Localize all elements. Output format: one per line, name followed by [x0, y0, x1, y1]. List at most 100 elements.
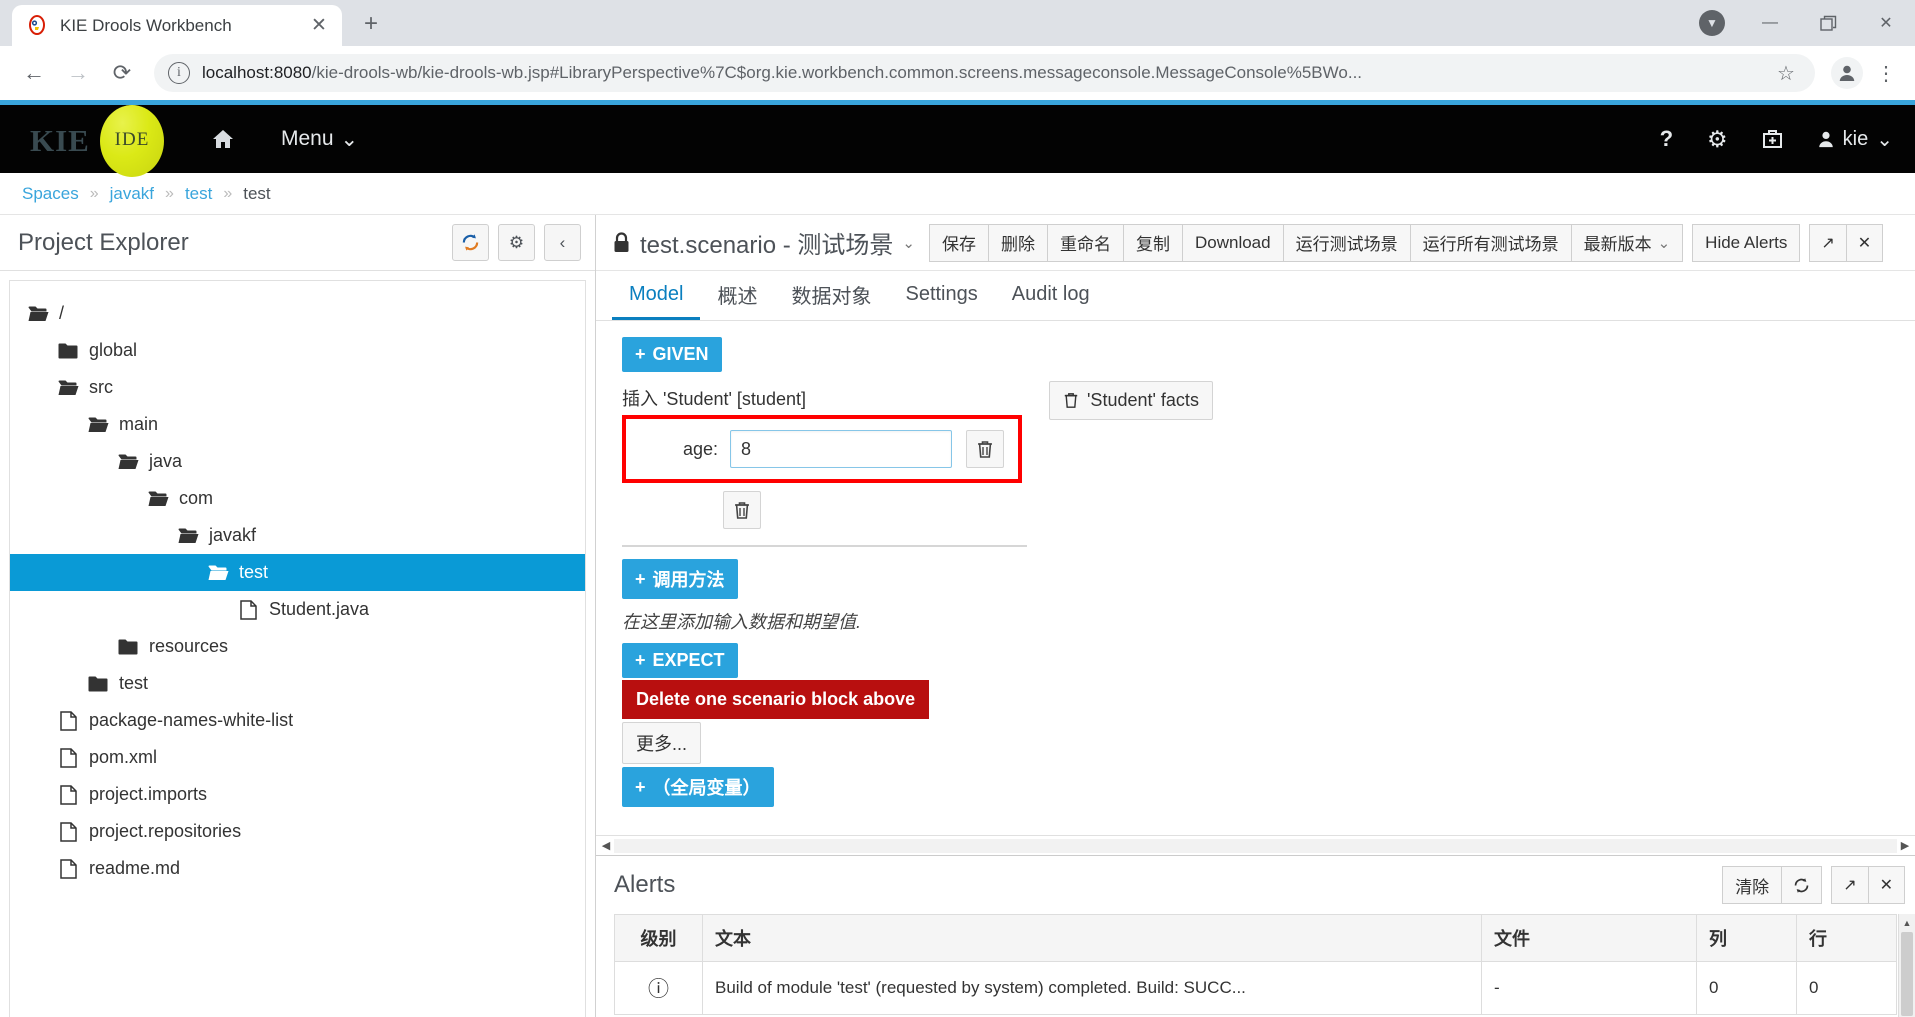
home-icon[interactable]	[211, 127, 235, 151]
file-icon	[58, 784, 79, 805]
tree-node-javakf[interactable]: javakf	[10, 517, 585, 554]
version-dropdown[interactable]: 最新版本 ⌄	[1570, 223, 1684, 262]
tree-node-[interactable]: /	[10, 295, 585, 332]
breadcrumb-item-spaces[interactable]: Spaces	[22, 184, 79, 204]
close-alerts-button[interactable]: ✕	[1867, 866, 1905, 904]
call-method-label: 调用方法	[652, 570, 725, 590]
col-file[interactable]: 文件	[1481, 914, 1697, 962]
version-label: 最新版本	[1583, 235, 1652, 254]
editor-action-buttons: 保存 删除 重命名 复制 Download 运行测试场景 运行所有测试场景 最新…	[928, 223, 1684, 262]
refresh-alerts-button[interactable]	[1781, 866, 1823, 904]
delete-button[interactable]: 删除	[987, 223, 1047, 262]
tab-settings[interactable]: Settings	[888, 271, 994, 320]
tree-node-pom-xml[interactable]: pom.xml	[10, 739, 585, 776]
bookmark-star-icon[interactable]: ☆	[1771, 61, 1801, 86]
help-icon[interactable]: ?	[1660, 126, 1673, 152]
delete-fact-button[interactable]	[723, 491, 761, 529]
call-method-button[interactable]: + 调用方法	[622, 559, 738, 599]
browser-tab[interactable]: KIE Drools Workbench ✕	[12, 5, 342, 46]
close-editor-button[interactable]: ✕	[1845, 223, 1884, 262]
tree-node-package-names-white-list[interactable]: package-names-white-list	[10, 702, 585, 739]
tab-数据对象[interactable]: 数据对象	[774, 271, 888, 320]
rename-button[interactable]: 重命名	[1046, 223, 1123, 262]
editor-title[interactable]: test.scenario - 测试场景 ⌄	[612, 225, 915, 260]
student-facts-button[interactable]: 'Student' facts	[1049, 381, 1213, 420]
main-menu-button[interactable]: Menu ⌄	[281, 127, 358, 152]
minimize-button[interactable]: —	[1741, 0, 1799, 46]
delete-scenario-block-button[interactable]: Delete one scenario block above	[622, 680, 930, 719]
tree-node-test[interactable]: test	[10, 554, 585, 591]
tree-node-project-repositories[interactable]: project.repositories	[10, 813, 585, 850]
tree-node-src[interactable]: src	[10, 369, 585, 406]
age-input[interactable]: 8	[730, 430, 952, 468]
col-line[interactable]: 行	[1796, 914, 1897, 962]
col-level[interactable]: 级别	[614, 914, 703, 962]
table-row[interactable]: ⓘ Build of module 'test' (requested by s…	[614, 961, 1897, 1015]
profile-avatar[interactable]	[1831, 57, 1863, 89]
scroll-up-icon[interactable]: ▲	[1899, 914, 1915, 931]
maximize-button[interactable]	[1799, 0, 1857, 46]
project-tree[interactable]: / global src main java com javakf test Student.j…	[9, 280, 586, 1017]
tree-node-global[interactable]: global	[10, 332, 585, 369]
tree-node-com[interactable]: com	[10, 480, 585, 517]
download-button[interactable]: Download	[1181, 223, 1283, 262]
explorer-settings-button[interactable]: ⚙	[498, 224, 535, 261]
site-info-icon[interactable]: i	[168, 62, 190, 84]
tree-node-project-imports[interactable]: project.imports	[10, 776, 585, 813]
tab-label: Model	[629, 282, 684, 305]
tab-close-icon[interactable]: ✕	[306, 13, 332, 39]
tree-node-java[interactable]: java	[10, 443, 585, 480]
maximize-alerts-button[interactable]: ↗	[1831, 866, 1868, 904]
breadcrumb-item-test[interactable]: test	[185, 184, 212, 204]
browser-menu-icon[interactable]: ⋮	[1869, 61, 1903, 86]
copy-button[interactable]: 复制	[1122, 223, 1182, 262]
downloads-button[interactable]: ▼	[1683, 0, 1741, 46]
collapse-panel-button[interactable]: ‹	[544, 224, 581, 261]
kie-logo[interactable]: KIE IDE	[22, 105, 167, 177]
toolkit-icon[interactable]	[1762, 129, 1783, 150]
refresh-button[interactable]	[452, 224, 489, 261]
alerts-vertical-scrollbar[interactable]: ▲ ▼	[1898, 914, 1915, 1017]
field-label: age:	[682, 438, 718, 459]
tab-model[interactable]: Model	[612, 271, 701, 320]
tab-概述[interactable]: 概述	[700, 271, 774, 320]
tree-node-student-java[interactable]: Student.java	[10, 591, 585, 628]
scroll-right-icon[interactable]: ▶	[1897, 839, 1913, 852]
tree-node-resources[interactable]: resources	[10, 628, 585, 665]
editor-horizontal-scrollbar[interactable]: ◀ ▶	[596, 835, 1915, 855]
delete-field-button[interactable]	[966, 430, 1004, 468]
scroll-left-icon[interactable]: ◀	[598, 839, 614, 852]
user-menu[interactable]: kie ⌄	[1817, 127, 1893, 152]
tab-audit-log[interactable]: Audit log	[995, 271, 1107, 320]
url-path: /kie-drools-wb/kie-drools-wb.jsp#Library…	[311, 63, 1363, 82]
add-given-button[interactable]: + GIVEN	[622, 337, 722, 372]
tree-node-label: /	[59, 303, 65, 323]
forward-button[interactable]: →	[56, 51, 100, 95]
scroll-track[interactable]	[614, 838, 1897, 853]
hide-alerts-button[interactable]: Hide Alerts	[1692, 223, 1801, 262]
student-facts-label: 'Student' facts	[1087, 390, 1199, 410]
breadcrumb-item-javakf[interactable]: javakf	[110, 184, 154, 204]
add-expect-label: EXPECT	[652, 650, 725, 670]
folder-icon	[88, 416, 109, 434]
more-button[interactable]: 更多...	[622, 722, 702, 764]
col-text[interactable]: 文本	[702, 914, 1482, 962]
add-expect-button[interactable]: + EXPECT	[622, 643, 738, 678]
tree-node-main[interactable]: main	[10, 406, 585, 443]
run-scenario-button[interactable]: 运行测试场景	[1282, 223, 1410, 262]
save-button[interactable]: 保存	[928, 223, 988, 262]
reload-button[interactable]: ⟳	[100, 51, 144, 95]
scroll-thumb[interactable]	[1901, 932, 1913, 1016]
new-tab-button[interactable]: +	[356, 9, 386, 39]
tree-node-readme-md[interactable]: readme.md	[10, 850, 585, 887]
back-button[interactable]: ←	[12, 51, 56, 95]
maximize-editor-button[interactable]: ↗	[1809, 223, 1846, 262]
run-all-scenarios-button[interactable]: 运行所有测试场景	[1409, 223, 1571, 262]
clear-alerts-button[interactable]: 清除	[1722, 866, 1782, 904]
add-global-variable-button[interactable]: + （全局变量）	[622, 767, 774, 807]
gear-icon[interactable]: ⚙	[1707, 126, 1728, 153]
tree-node-test[interactable]: test	[10, 665, 585, 702]
col-column[interactable]: 列	[1696, 914, 1797, 962]
close-window-button[interactable]: ✕	[1857, 0, 1915, 46]
url-input[interactable]: i localhost:8080/kie-drools-wb/kie-drool…	[154, 54, 1815, 92]
